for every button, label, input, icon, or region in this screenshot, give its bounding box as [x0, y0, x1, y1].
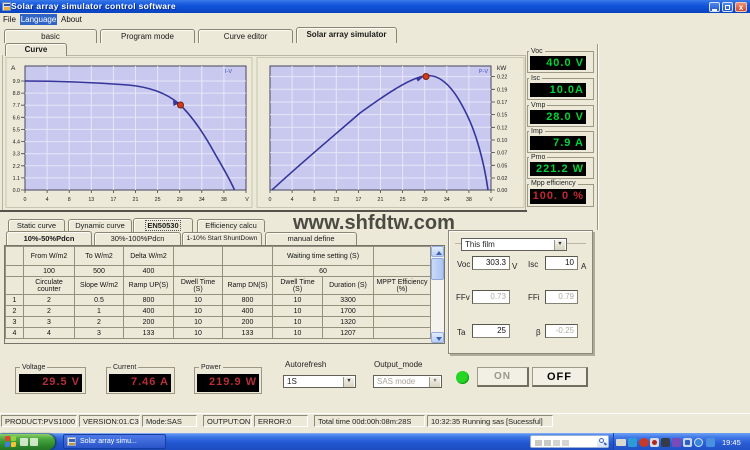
svg-text:25: 25 — [155, 197, 161, 203]
svg-text:8: 8 — [313, 197, 316, 203]
svg-text:0.02: 0.02 — [497, 176, 507, 182]
svg-text:0.15: 0.15 — [497, 113, 507, 119]
svg-text:0.00: 0.00 — [497, 188, 507, 194]
svg-text:5.5: 5.5 — [13, 127, 20, 133]
svg-text:8: 8 — [68, 197, 71, 203]
svg-text:6.6: 6.6 — [13, 115, 20, 121]
svg-text:V: V — [245, 197, 249, 203]
svg-text:1.1: 1.1 — [13, 176, 20, 182]
svg-text:4: 4 — [46, 197, 49, 203]
svg-text:0.17: 0.17 — [497, 100, 507, 106]
svg-text:4.4: 4.4 — [13, 140, 20, 146]
svg-text:3.3: 3.3 — [13, 152, 20, 158]
svg-text:17: 17 — [355, 197, 361, 203]
svg-text:0.10: 0.10 — [497, 138, 507, 144]
svg-text:4: 4 — [291, 197, 294, 203]
svg-text:38: 38 — [221, 197, 227, 203]
svg-text:7.7: 7.7 — [13, 103, 20, 109]
svg-text:0.12: 0.12 — [497, 125, 507, 131]
svg-text:34: 34 — [199, 197, 205, 203]
svg-text:0.07: 0.07 — [497, 151, 507, 157]
svg-text:V: V — [489, 197, 493, 203]
svg-text:17: 17 — [110, 197, 116, 203]
svg-text:29: 29 — [177, 197, 183, 203]
svg-text:9.9: 9.9 — [13, 79, 20, 85]
svg-text:kW: kW — [497, 65, 507, 72]
svg-text:13: 13 — [333, 197, 339, 203]
svg-text:0: 0 — [269, 197, 272, 203]
svg-text:0.05: 0.05 — [497, 163, 507, 169]
svg-text:P-V: P-V — [479, 69, 489, 75]
svg-text:0.0: 0.0 — [13, 188, 20, 194]
svg-text:38: 38 — [466, 197, 472, 203]
svg-text:21: 21 — [378, 197, 384, 203]
svg-text:0.22: 0.22 — [497, 75, 507, 81]
svg-text:2.2: 2.2 — [13, 164, 20, 170]
svg-text:8.8: 8.8 — [13, 91, 20, 97]
svg-text:29: 29 — [422, 197, 428, 203]
svg-text:I-V: I-V — [225, 69, 232, 75]
svg-text:A: A — [11, 65, 16, 72]
svg-text:0.19: 0.19 — [497, 87, 507, 93]
svg-text:13: 13 — [88, 197, 94, 203]
svg-text:0: 0 — [24, 197, 27, 203]
svg-text:34: 34 — [444, 197, 450, 203]
svg-text:25: 25 — [400, 197, 406, 203]
svg-text:21: 21 — [133, 197, 139, 203]
